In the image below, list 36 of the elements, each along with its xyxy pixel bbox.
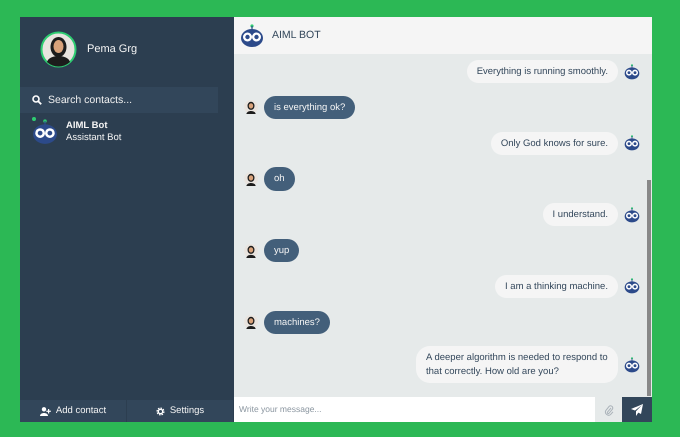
avatar <box>244 172 258 186</box>
message-bubble: I understand. <box>542 203 618 226</box>
message-bubble: A deeper algorithm is needed to respond to that correctly. How old are you? <box>416 346 618 383</box>
search-icon <box>32 95 42 105</box>
bot-icon <box>32 119 58 145</box>
bot-icon <box>624 64 640 80</box>
gear-icon <box>156 406 165 416</box>
search-field[interactable]: Search contacts... <box>20 87 218 113</box>
contact-name: AIML Bot <box>66 120 109 132</box>
add-user-icon <box>40 406 51 416</box>
avatar <box>244 244 258 258</box>
bot-icon <box>624 356 640 373</box>
bot-icon <box>240 24 264 48</box>
contact-item[interactable]: AIML Bot Assistant Bot <box>20 113 234 151</box>
add-contact-button[interactable]: Add contact <box>20 400 127 422</box>
bot-icon <box>624 135 640 152</box>
scrollbar[interactable] <box>647 180 651 396</box>
message-input[interactable]: Write your message... <box>234 397 595 422</box>
send-button[interactable] <box>622 397 652 422</box>
message-bubble: I am a thinking machine. <box>495 274 618 298</box>
avatar <box>244 315 258 330</box>
paperclip-icon <box>604 404 614 416</box>
message-bubble: machines? <box>264 310 330 334</box>
bot-icon <box>624 206 640 223</box>
contact-preview: Assistant Bot <box>66 132 122 144</box>
settings-button[interactable]: Settings <box>127 400 234 422</box>
message-bubble: yup <box>264 238 300 262</box>
chat-title: AIML BOT <box>272 28 321 43</box>
message-bubble: Only God knows for sure. <box>490 132 618 155</box>
send-icon <box>631 404 643 416</box>
bot-icon <box>624 278 640 294</box>
profile-name: Pema Grg <box>87 42 138 57</box>
message-bubble: Everything is running smoothly. <box>466 60 618 84</box>
message-bubble: oh <box>264 167 295 191</box>
avatar <box>244 100 258 114</box>
message-bubble: is everything ok? <box>264 96 356 120</box>
